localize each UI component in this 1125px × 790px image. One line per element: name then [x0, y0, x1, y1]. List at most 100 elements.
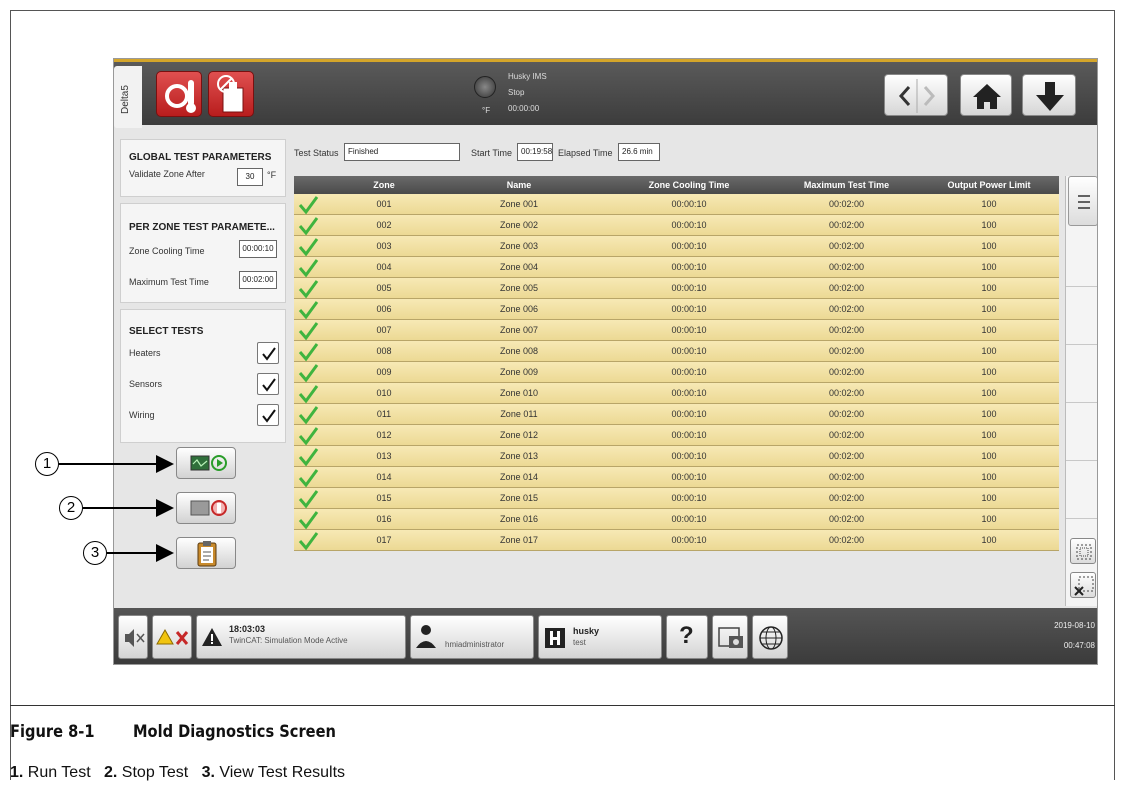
validate-zone-label: Validate Zone After: [129, 169, 205, 179]
screenshot-button[interactable]: [712, 615, 748, 659]
cell-zone: 005: [376, 283, 392, 293]
temp-unit: °F: [482, 106, 491, 115]
cell-output-power-limit: 100: [981, 241, 997, 251]
table-row[interactable]: 009 Zone 009 00:00:10 00:02:00 100: [294, 362, 1059, 383]
cell-maximum-test-time: 00:02:00: [828, 262, 865, 272]
table-row[interactable]: 016 Zone 016 00:00:10 00:02:00 100: [294, 509, 1059, 530]
column-header-maximum-test-time: Maximum Test Time: [803, 180, 890, 190]
run-test-button[interactable]: [176, 447, 236, 479]
deselect-all-button[interactable]: [1070, 572, 1096, 598]
cell-name: Zone 013: [499, 451, 539, 461]
hmi-screen: Delta5 °F Husky IMS Stop 00:00:00 Test S…: [113, 58, 1098, 665]
download-button[interactable]: [1022, 74, 1076, 116]
divider: [1066, 286, 1097, 287]
table-row[interactable]: 006 Zone 006 00:00:10 00:02:00 100: [294, 299, 1059, 320]
disabled-mold-button[interactable]: [208, 71, 254, 117]
select-all-button[interactable]: [1070, 538, 1096, 564]
figure-title: Mold Diagnostics Screen: [133, 722, 336, 742]
system-date: 2019-08-10: [1054, 621, 1095, 630]
per-zone-test-parameters-panel: PER ZONE TEST PARAMETE... Zone Cooling T…: [120, 203, 286, 303]
thermometer-alarm-icon: [165, 80, 196, 113]
brand-sub: test: [573, 638, 586, 647]
pass-checkmark-icon: [298, 238, 319, 257]
table-row[interactable]: 005 Zone 005 00:00:10 00:02:00 100: [294, 278, 1059, 299]
heaters-label: Heaters: [129, 348, 161, 358]
cell-output-power-limit: 100: [981, 199, 997, 209]
cell-maximum-test-time: 00:02:00: [828, 241, 865, 251]
column-header-zone-cooling-time: Zone Cooling Time: [648, 180, 730, 190]
table-row[interactable]: 013 Zone 013 00:00:10 00:02:00 100: [294, 446, 1059, 467]
cell-zone-cooling-time: 00:00:10: [671, 241, 707, 251]
cell-zone-cooling-time: 00:00:10: [671, 325, 707, 335]
alarm-thermometer-button[interactable]: [156, 71, 202, 117]
cell-zone: 006: [376, 304, 392, 314]
legend-text-3: View Test Results: [219, 764, 346, 781]
mold-selector-button[interactable]: husky test: [538, 615, 662, 659]
mute-button[interactable]: [118, 615, 148, 659]
table-row[interactable]: 017 Zone 017 00:00:10 00:02:00 100: [294, 530, 1059, 551]
cell-maximum-test-time: 00:02:00: [828, 514, 865, 524]
table-row[interactable]: 004 Zone 004 00:00:10 00:02:00 100: [294, 257, 1059, 278]
status-line-2: Stop: [508, 88, 525, 97]
cell-zone: 014: [376, 472, 392, 482]
cell-zone-cooling-time: 00:00:10: [671, 451, 707, 461]
table-row[interactable]: 012 Zone 012 00:00:10 00:02:00 100: [294, 425, 1059, 446]
language-button[interactable]: [752, 615, 788, 659]
home-button[interactable]: [960, 74, 1012, 116]
alarm-reset-button[interactable]: [152, 615, 192, 659]
cell-output-power-limit: 100: [981, 472, 997, 482]
cell-zone: 012: [376, 430, 392, 440]
divider: [1066, 344, 1097, 345]
cell-zone-cooling-time: 00:00:10: [671, 220, 707, 230]
help-button[interactable]: ?: [666, 615, 708, 659]
cell-output-power-limit: 100: [981, 430, 997, 440]
alarm-text: TwinCAT: Simulation Mode Active: [229, 636, 348, 645]
chevron-left-right-icon: [898, 79, 936, 113]
table-row[interactable]: 010 Zone 010 00:00:10 00:02:00 100: [294, 383, 1059, 404]
machine-status: °F Husky IMS Stop 00:00:00: [472, 68, 622, 124]
cell-zone: 009: [376, 367, 392, 377]
legend-text-1: Run Test: [27, 764, 91, 781]
cell-output-power-limit: 100: [981, 325, 997, 335]
cell-output-power-limit: 100: [981, 220, 997, 230]
validate-zone-input[interactable]: 30: [237, 168, 263, 186]
table-row[interactable]: 007 Zone 007 00:00:10 00:02:00 100: [294, 320, 1059, 341]
side-tab-delta5[interactable]: Delta5: [114, 66, 142, 128]
zone-cooling-time-input[interactable]: 00:00:10: [239, 240, 277, 258]
table-row[interactable]: 015 Zone 015 00:00:10 00:02:00 100: [294, 488, 1059, 509]
table-row[interactable]: 003 Zone 003 00:00:10 00:02:00 100: [294, 236, 1059, 257]
user-name: hmiadministrator: [445, 640, 505, 649]
wiring-checkbox[interactable]: [257, 404, 279, 426]
cell-zone-cooling-time: 00:00:10: [671, 409, 707, 419]
table-row[interactable]: 011 Zone 011 00:00:10 00:02:00 100: [294, 404, 1059, 425]
pass-checkmark-icon: [298, 322, 319, 341]
top-bar: Delta5 °F Husky IMS Stop 00:00:00: [114, 59, 1097, 128]
user-icon: [416, 625, 436, 648]
table-row[interactable]: 002 Zone 002 00:00:10 00:02:00 100: [294, 215, 1059, 236]
table-row[interactable]: 001 Zone 001 00:00:10 00:02:00 100: [294, 194, 1059, 215]
checkmark-icon: [262, 347, 276, 361]
heaters-checkbox[interactable]: [257, 342, 279, 364]
bottom-bar: 18:03:03 TwinCAT: Simulation Mode Active…: [114, 608, 1097, 664]
alarm-message-button[interactable]: 18:03:03 TwinCAT: Simulation Mode Active: [196, 615, 406, 659]
user-button[interactable]: hmiadministrator: [410, 615, 534, 659]
view-test-results-button[interactable]: [176, 537, 236, 569]
pass-checkmark-icon: [298, 511, 319, 530]
cell-zone: 001: [376, 199, 392, 209]
cell-output-power-limit: 100: [981, 535, 997, 545]
table-row[interactable]: 008 Zone 008 00:00:10 00:02:00 100: [294, 341, 1059, 362]
cell-zone-cooling-time: 00:00:10: [671, 430, 707, 440]
cell-maximum-test-time: 00:02:00: [828, 409, 865, 419]
sensors-checkbox[interactable]: [257, 373, 279, 395]
stop-test-button[interactable]: [176, 492, 236, 524]
back-forward-buttons[interactable]: [884, 74, 948, 116]
select-tests-title: SELECT TESTS: [129, 326, 204, 337]
table-row[interactable]: 014 Zone 014 00:00:10 00:02:00 100: [294, 467, 1059, 488]
menu-button[interactable]: [1068, 176, 1097, 226]
mold-disabled-icon: [217, 75, 244, 113]
cell-zone: 004: [376, 262, 392, 272]
maximum-test-time-input[interactable]: 00:02:00: [239, 271, 277, 289]
arrow-down-icon: [1036, 82, 1064, 111]
cell-maximum-test-time: 00:02:00: [828, 199, 865, 209]
cell-name: Zone 001: [499, 199, 539, 209]
